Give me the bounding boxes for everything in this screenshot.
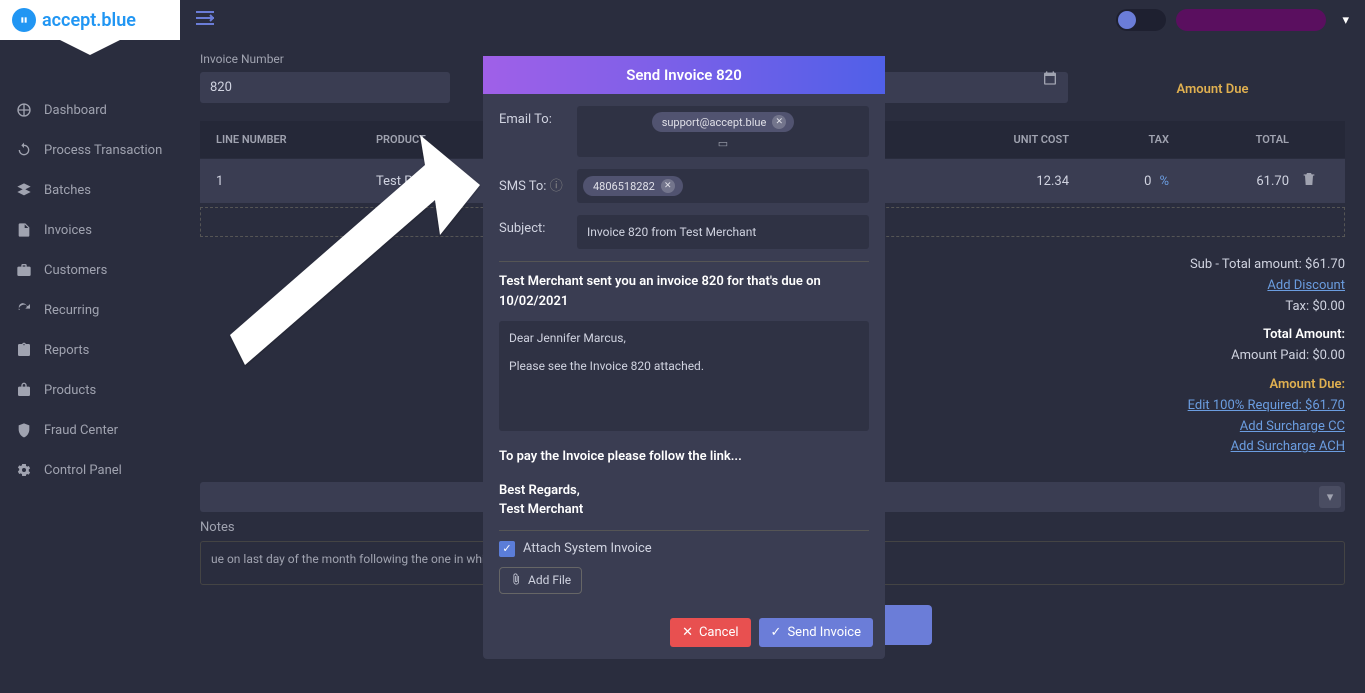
sidebar-item-reports[interactable]: Reports [0,330,180,370]
sidebar-item-control-panel[interactable]: Control Panel [0,450,180,490]
email-to-label: Email To: [499,106,567,127]
theme-toggle[interactable] [1116,9,1166,31]
logo[interactable]: accept.blue [0,0,180,40]
contact-card-icon[interactable]: ▭ [712,135,734,152]
regards-text: Best Regards,Test Merchant [499,481,869,520]
sidebar-item-customers[interactable]: Customers [0,250,180,290]
layers-icon [16,182,32,198]
email-to-field[interactable]: support@accept.blue✕ ▭ [577,106,869,157]
refresh-icon [16,302,32,318]
sidebar-item-process-transaction[interactable]: Process Transaction [0,130,180,170]
bag-icon [16,382,32,398]
caret-down-icon: ▾ [1342,13,1349,28]
sidebar-item-invoices[interactable]: Invoices [0,210,180,250]
briefcase-icon [16,262,32,278]
modal-title: Send Invoice 820 [483,56,885,94]
sidebar-item-label: Reports [44,343,89,358]
calendar-icon[interactable] [1042,70,1058,90]
col-header-line: LINE NUMBER [216,133,376,146]
amount-due-box: Amount Due [1080,52,1345,107]
cell-line: 1 [216,174,376,189]
user-menu[interactable] [1176,9,1326,31]
sidebar-item-label: Recurring [44,303,99,318]
dashboard-icon [16,102,32,118]
cell-unit-cost: 12.34 [949,174,1069,189]
gear-icon [16,462,32,478]
sms-to-field[interactable]: 4806518282✕ [577,169,869,203]
col-header-unit-cost: UNIT COST [949,133,1069,146]
message-body[interactable]: Dear Jennifer Marcus, Please see the Inv… [499,321,869,431]
nav: Dashboard Process Transaction Batches In… [0,40,180,490]
attach-icon [510,573,522,588]
email-chip[interactable]: support@accept.blue✕ [652,112,795,132]
trash-icon[interactable] [1301,176,1317,191]
sidebar-item-label: Control Panel [44,463,122,478]
cell-total: 61.70 [1169,174,1289,189]
send-invoice-modal: Send Invoice 820 Email To: support@accep… [483,56,885,659]
attach-system-invoice-checkbox[interactable]: ✓ Attach System Invoice [499,541,869,557]
pay-link-text: To pay the Invoice please follow the lin… [499,447,869,467]
sync-icon [16,142,32,158]
sidebar-item-products[interactable]: Products [0,370,180,410]
file-icon [16,222,32,238]
close-icon[interactable]: ✕ [661,179,675,193]
sidebar-item-label: Process Transaction [44,143,162,158]
sidebar-item-recurring[interactable]: Recurring [0,290,180,330]
col-header-total: TOTAL [1169,133,1289,146]
send-invoice-button[interactable]: ✓ Send Invoice [759,618,873,647]
clipboard-icon [16,342,32,358]
subject-label: Subject: [499,215,567,236]
sidebar-item-label: Batches [44,183,91,198]
percent-icon[interactable]: % [1159,174,1169,189]
close-icon: ✕ [682,625,693,640]
cell-tax: 0% [1069,174,1169,189]
sidebar-item-label: Products [44,383,96,398]
sidebar-item-dashboard[interactable]: Dashboard [0,90,180,130]
info-icon[interactable]: ⓘ [550,179,563,194]
chevron-down-icon: ▾ [1319,486,1341,508]
sms-to-label: SMS To: ⓘ [499,169,567,194]
logo-text: accept.blue [42,10,136,31]
sidebar-item-fraud-center[interactable]: Fraud Center [0,410,180,450]
sidebar-item-label: Customers [44,263,107,278]
sidebar: accept.blue Dashboard Process Transactio… [0,0,180,693]
sidebar-item-label: Fraud Center [44,423,118,438]
sidebar-item-label: Invoices [44,223,92,238]
moon-icon [1118,11,1136,29]
invoice-number-label: Invoice Number [200,52,450,66]
checkbox-checked-icon: ✓ [499,541,515,557]
col-header-tax: TAX [1069,133,1169,146]
sms-chip[interactable]: 4806518282✕ [583,176,683,196]
topbar: ▾ [180,0,1365,40]
add-file-button[interactable]: Add File [499,567,582,594]
subject-input[interactable] [577,217,869,247]
menu-toggle-icon[interactable] [196,11,214,29]
modal-lead-text: Test Merchant sent you an invoice 820 fo… [499,272,869,311]
check-icon: ✓ [771,625,782,640]
close-icon[interactable]: ✕ [772,115,786,129]
subject-field[interactable] [577,215,869,249]
invoice-number-input[interactable] [200,72,450,103]
cancel-button[interactable]: ✕ Cancel [670,618,750,647]
shield-icon [16,422,32,438]
amount-due-label: Amount Due [1090,82,1335,97]
sidebar-item-label: Dashboard [44,103,107,118]
logo-mark-icon [12,8,36,32]
sidebar-item-batches[interactable]: Batches [0,170,180,210]
